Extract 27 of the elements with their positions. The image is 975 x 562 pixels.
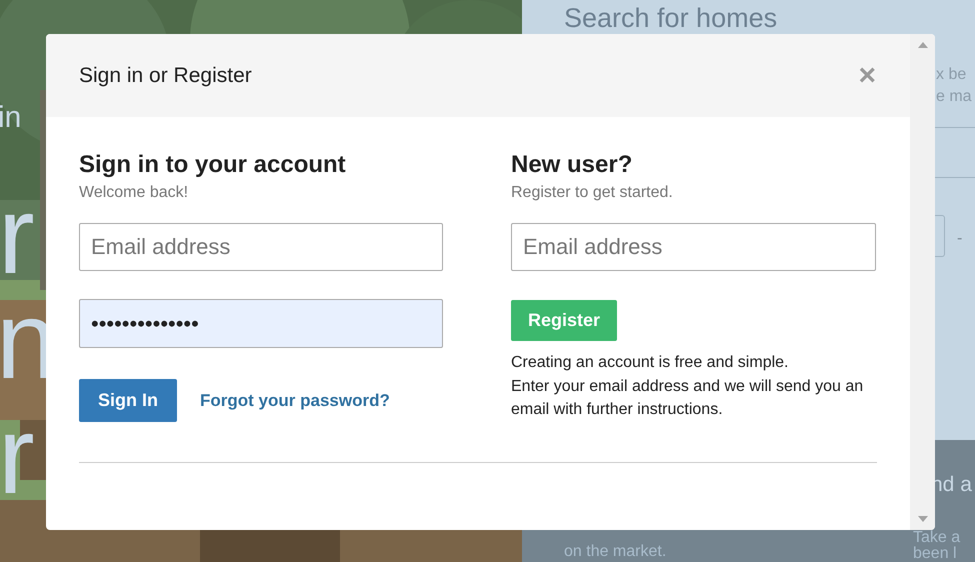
- section-heading: Sign in to your account: [79, 150, 347, 180]
- register-button[interactable]: Register: [511, 300, 618, 341]
- range-separator: -: [957, 229, 962, 249]
- sign-in-button[interactable]: Sign In: [79, 379, 177, 422]
- hero-text: in: [0, 100, 22, 136]
- forgot-password-link[interactable]: Forgot your password?: [200, 388, 390, 414]
- panel-text: been l: [913, 546, 958, 562]
- panel-text: x be: [936, 65, 966, 85]
- close-button[interactable]: ×: [858, 60, 876, 90]
- section-subtitle: Welcome back!: [79, 183, 190, 203]
- scroll-down-icon[interactable]: [918, 516, 928, 522]
- panel-text: on the market.: [564, 544, 666, 560]
- info-text: Creating an account is free and simple.: [511, 353, 790, 373]
- password-field[interactable]: ••••••••••••••: [79, 299, 443, 348]
- scroll-up-icon[interactable]: [918, 42, 928, 48]
- info-text: Enter your email address and we will send you an email with further instructions.: [511, 377, 864, 420]
- hero-text: r: [0, 181, 35, 291]
- section-subtitle: Register to get started.: [511, 183, 674, 203]
- panel-text: e ma: [936, 87, 972, 107]
- hero-text: r: [0, 401, 35, 511]
- section-heading: New user?: [511, 150, 634, 180]
- scrollbar[interactable]: [910, 34, 935, 530]
- panel-heading: Search for homes: [564, 4, 778, 32]
- modal-title: Sign in or Register: [79, 62, 252, 89]
- email-field[interactable]: Email address: [79, 223, 443, 271]
- email-field[interactable]: Email address: [511, 223, 876, 271]
- panel-text: Take a: [913, 530, 960, 546]
